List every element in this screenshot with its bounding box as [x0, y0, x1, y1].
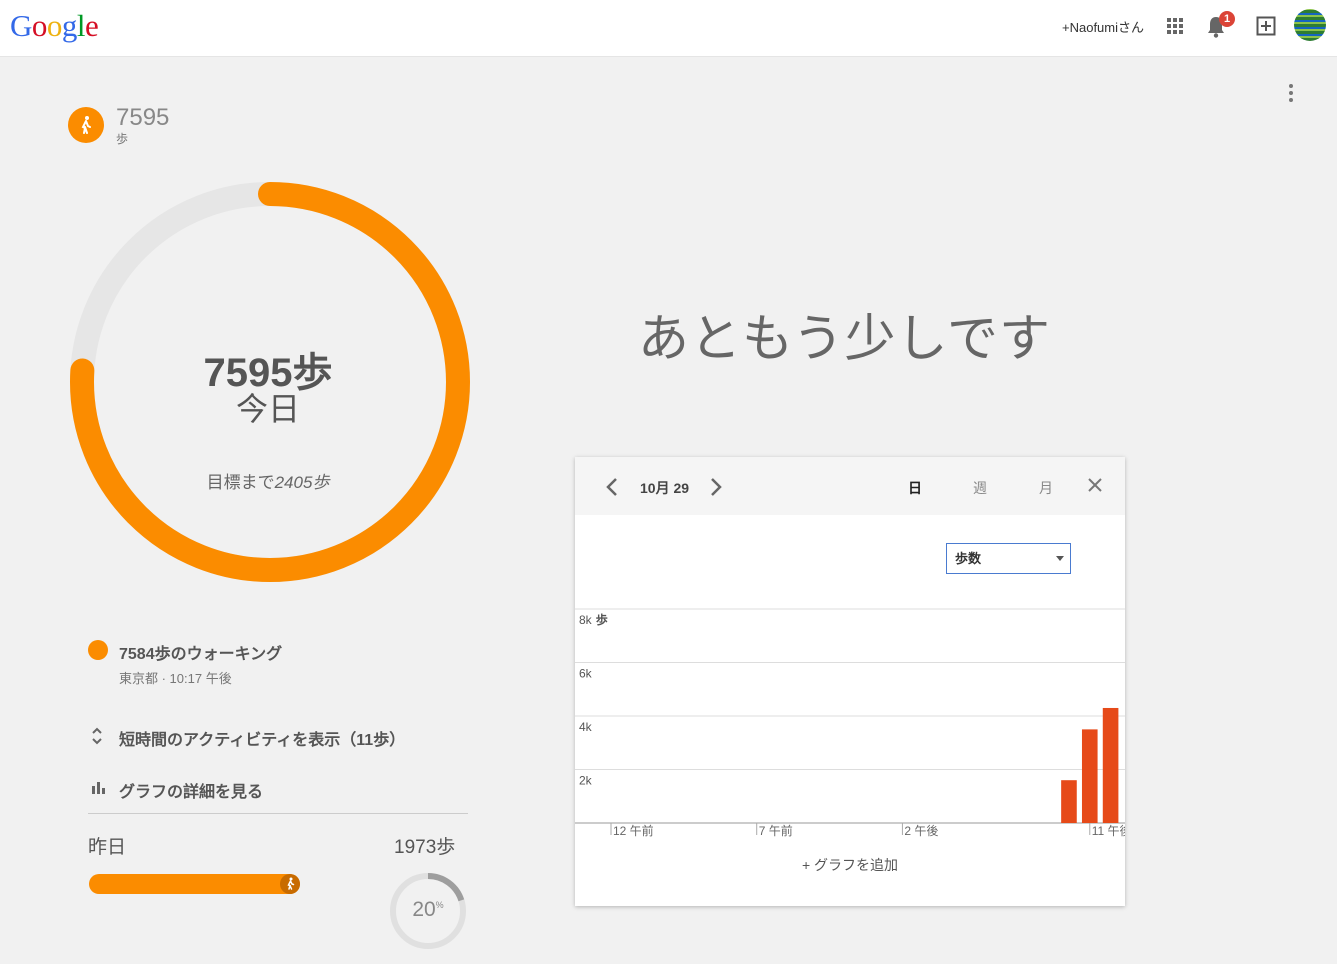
close-icon[interactable] — [1087, 477, 1103, 493]
more-vert-icon[interactable] — [1288, 84, 1294, 102]
walking-badge-icon — [68, 107, 104, 143]
percent-sign: % — [435, 900, 444, 910]
chart-card: 10月 29 日 週 月 歩数 2k 4k 6k 8k 歩 12 午前 7 午前 2 午後 11… — [575, 457, 1125, 906]
logo-letter: g — [61, 8, 78, 43]
chevron-down-icon — [1056, 556, 1064, 561]
view-graph-details-link[interactable]: グラフの詳細を見る — [119, 778, 263, 802]
yesterday-percent-value: 20 — [412, 898, 436, 921]
tab-month[interactable]: 月 — [1039, 478, 1053, 498]
y-tick-label: 6k — [579, 667, 593, 681]
expand-unfold-icon[interactable] — [90, 726, 104, 746]
user-profile-link[interactable]: +Naofumiさん — [1062, 17, 1144, 36]
summary-step-count: 7595 — [116, 104, 170, 131]
yesterday-label: 昨日 — [88, 837, 127, 858]
yesterday-step-count: 1973歩 — [394, 837, 456, 858]
logo-letter: G — [10, 8, 32, 43]
logo-letter: o — [31, 8, 48, 43]
chart-bar[interactable] — [1061, 780, 1077, 823]
walking-person-icon — [81, 116, 91, 134]
y-tick-label: 4k — [579, 720, 593, 734]
yesterday-progress-bar — [89, 874, 300, 894]
goal-remaining-value: 2405歩 — [274, 473, 330, 492]
share-plus-icon[interactable] — [1256, 16, 1276, 36]
chevron-right-icon[interactable] — [709, 476, 723, 498]
avatar[interactable] — [1294, 9, 1326, 41]
top-bar: Google +Naofumiさん 1 — [0, 0, 1337, 57]
x-tick-label: 2 午後 — [904, 824, 938, 837]
activity-subtitle: 東京都 · 10:17 午後 — [119, 671, 232, 686]
walking-person-icon — [280, 874, 300, 894]
ring-period-label: 今日 — [235, 391, 300, 427]
summary-step-unit: 歩 — [116, 132, 129, 146]
goal-prefix: 目標まで — [206, 473, 275, 492]
y-tick-label: 8k 歩 — [579, 612, 608, 627]
logo-letter: l — [76, 8, 86, 43]
goal-remaining-text: 目標まで2405歩 — [68, 468, 468, 493]
x-tick-label: 7 午前 — [759, 823, 793, 837]
activity-title[interactable]: 7584歩のウォーキング — [119, 640, 282, 664]
metric-select[interactable]: 歩数 — [946, 543, 1071, 574]
logo-letter: o — [46, 8, 63, 43]
steps-bar-chart: 2k 4k 6k 8k歩 12 午前 7 午前 2 午後 11 午後 — [575, 608, 1125, 837]
chart-bar[interactable] — [1081, 729, 1098, 823]
x-tick-label: 12 午前 — [613, 823, 654, 837]
add-graph-link[interactable]: + グラフを追加 — [575, 855, 1125, 875]
y-tick-label: 2k — [579, 774, 593, 788]
tab-week[interactable]: 週 — [973, 478, 987, 498]
activity-dot — [88, 640, 108, 660]
chart-card-header: 10月 29 日 週 月 — [575, 457, 1125, 515]
metric-select-value: 歩数 — [955, 551, 982, 566]
date-label: 10月 29 — [640, 480, 690, 496]
chart-bar[interactable] — [1102, 707, 1119, 823]
divider — [88, 813, 468, 814]
google-logo[interactable]: Google — [10, 8, 99, 44]
bar-chart-icon[interactable] — [90, 780, 106, 794]
chevron-left-icon[interactable] — [605, 476, 619, 498]
show-short-activities-link[interactable]: 短時間のアクティビティを表示（11歩） — [119, 726, 405, 750]
logo-letter: e — [85, 8, 99, 43]
apps-grid-icon[interactable] — [1167, 18, 1183, 34]
notification-count-badge[interactable]: 1 — [1219, 11, 1235, 27]
encouragement-heading: あともう少しです — [638, 310, 1051, 367]
yesterday-percent-text: 20% — [388, 898, 468, 922]
tab-day[interactable]: 日 — [908, 478, 922, 498]
x-tick-label: 11 午後 — [1092, 824, 1125, 837]
